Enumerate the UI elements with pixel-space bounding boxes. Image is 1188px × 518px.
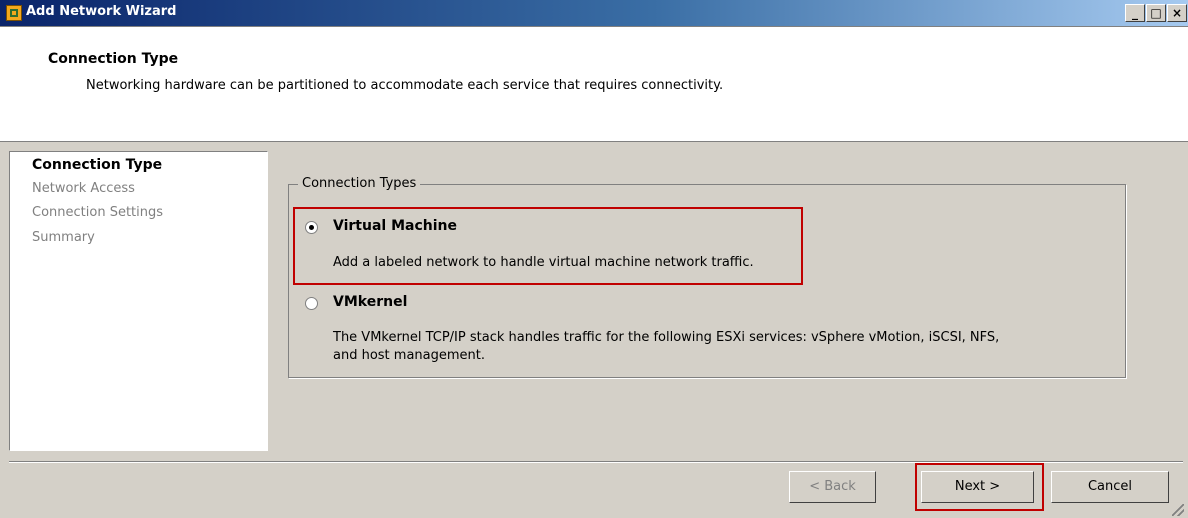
vmkernel-description-line1: The VMkernel TCP/IP stack handles traffi…	[333, 330, 1000, 345]
virtual-machine-radio[interactable]	[305, 221, 318, 234]
vmkernel-label[interactable]: VMkernel	[333, 294, 407, 310]
page-description: Networking hardware can be partitioned t…	[86, 78, 724, 93]
next-button[interactable]: Next >	[921, 471, 1034, 503]
minimize-button[interactable]: _	[1125, 4, 1145, 22]
wizard-header: Connection Type Networking hardware can …	[0, 27, 1188, 142]
cancel-button[interactable]: Cancel	[1051, 471, 1169, 503]
step-connection-type[interactable]: Connection Type	[32, 157, 162, 173]
step-network-access: Network Access	[32, 181, 135, 196]
step-summary: Summary	[32, 230, 95, 245]
vmkernel-radio[interactable]	[305, 297, 318, 310]
title-bar[interactable]: Add Network Wizard _ □ ×	[0, 0, 1188, 27]
virtual-machine-label[interactable]: Virtual Machine	[333, 218, 457, 234]
vmkernel-description-line2: and host management.	[333, 348, 486, 363]
step-connection-settings: Connection Settings	[32, 205, 164, 220]
back-button[interactable]: < Back	[789, 471, 876, 503]
maximize-button[interactable]: □	[1146, 4, 1166, 22]
wizard-icon	[6, 5, 22, 21]
page-title: Connection Type	[48, 51, 179, 67]
virtual-machine-description: Add a labeled network to handle virtual …	[333, 255, 754, 270]
wizard-steps-panel: Connection Type Network Access Connectio…	[9, 151, 268, 451]
window-title: Add Network Wizard	[26, 4, 177, 19]
close-button[interactable]: ×	[1167, 4, 1187, 22]
group-legend: Connection Types	[298, 176, 421, 191]
resize-grip-icon[interactable]	[1172, 504, 1184, 516]
